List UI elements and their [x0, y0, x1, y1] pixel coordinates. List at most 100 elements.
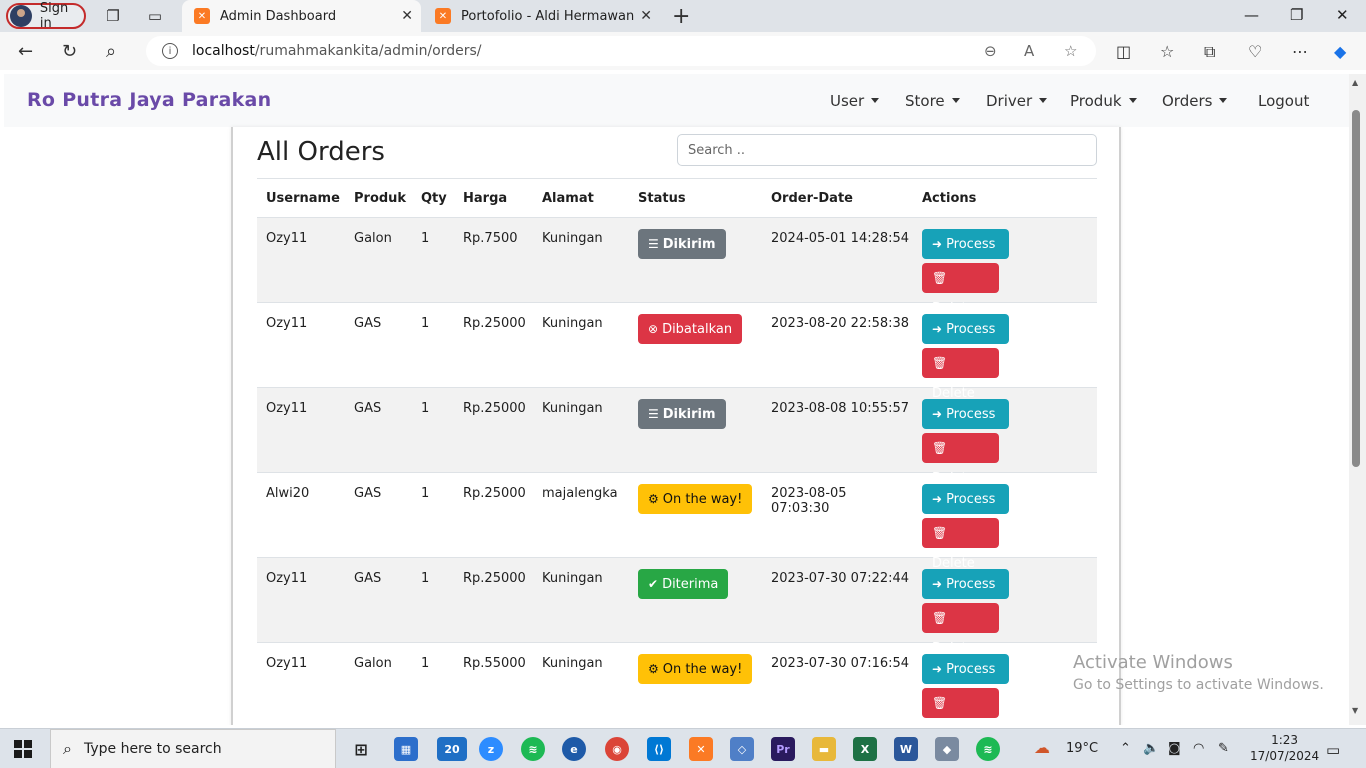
- virtualbox-app-icon[interactable]: ◇: [730, 737, 754, 761]
- nav-logout-link[interactable]: Logout: [1258, 92, 1309, 110]
- arrow-circle-right-icon: ➜: [932, 407, 943, 421]
- restore-icon[interactable]: ❐: [1290, 6, 1303, 24]
- clock-time: 1:23: [1271, 733, 1299, 747]
- col-qty: Qty: [412, 178, 454, 218]
- nav-driver-dropdown[interactable]: Driver: [986, 92, 1048, 110]
- volume-icon[interactable]: 🔈: [1143, 741, 1159, 756]
- process-button[interactable]: ➜ Process: [922, 399, 1009, 429]
- favorites-icon[interactable]: ☆: [1160, 42, 1174, 61]
- status-badge: ⚙ On the way!: [638, 484, 753, 514]
- page-viewport: Ro Putra Jaya Parakan User Store Driver …: [0, 70, 1366, 725]
- delete-button[interactable]: 🗑Delete: [922, 603, 999, 656]
- workspaces-icon[interactable]: ❐: [103, 6, 123, 26]
- delete-button[interactable]: 🗑Delete: [922, 688, 999, 718]
- performance-icon[interactable]: ♡: [1248, 42, 1262, 61]
- new-tab-icon[interactable]: +: [672, 4, 690, 29]
- delete-button[interactable]: 🗑Delete: [922, 433, 999, 486]
- refresh-icon[interactable]: ↻: [62, 41, 77, 62]
- cell-order-date: 2023-08-20 22:58:38: [762, 302, 913, 388]
- zoom-out-icon[interactable]: ⊖: [984, 42, 997, 60]
- taskbar-search-box[interactable]: ⌕ Type here to search: [50, 729, 336, 768]
- nav-orders-dropdown[interactable]: Orders: [1162, 92, 1228, 110]
- wifi-icon[interactable]: ◠: [1193, 741, 1204, 756]
- orders-table: Username Produk Qty Harga Alamat Status …: [257, 178, 1097, 725]
- url-field[interactable]: i localhost/rumahmakankita/admin/orders/…: [146, 36, 1096, 66]
- search-icon[interactable]: ⌕: [106, 41, 116, 62]
- cell-alamat: Kuningan: [533, 557, 629, 643]
- app-icon[interactable]: ◆: [935, 737, 959, 761]
- zoom-app-icon[interactable]: z: [479, 737, 503, 761]
- cell-order-date: 2023-08-08 10:55:57: [762, 387, 913, 473]
- status-text: On the way!: [662, 662, 743, 677]
- spotify-app-icon[interactable]: ≋: [976, 737, 1000, 761]
- premiere-app-icon[interactable]: Pr: [771, 737, 795, 761]
- cell-qty: 1: [412, 472, 454, 558]
- cell-alamat: Kuningan: [533, 217, 629, 303]
- delete-button[interactable]: 🗑Delete: [922, 348, 999, 401]
- gear-icon: ⚙: [648, 662, 659, 676]
- task-view-icon[interactable]: ⊞: [349, 737, 373, 761]
- edge-app-icon[interactable]: e: [562, 737, 586, 761]
- site-info-icon[interactable]: i: [162, 43, 178, 59]
- tray-chevron-up-icon[interactable]: ⌃: [1120, 741, 1131, 756]
- brand-logo-text[interactable]: Ro Putra Jaya Parakan: [27, 89, 271, 111]
- xampp-app-icon[interactable]: ✕: [689, 737, 713, 761]
- status-badge: ☰ Dikirim: [638, 229, 726, 259]
- favorite-star-icon[interactable]: ☆: [1064, 42, 1077, 60]
- process-label: Process: [946, 577, 996, 592]
- back-icon[interactable]: ←: [18, 41, 33, 62]
- mail-app-icon[interactable]: 20: [437, 737, 467, 761]
- delete-button[interactable]: 🗑Delete: [922, 518, 999, 571]
- more-menu-icon[interactable]: ⋯: [1292, 42, 1308, 61]
- col-harga: Harga: [454, 178, 533, 218]
- tab-admin-dashboard[interactable]: ✕ Admin Dashboard ✕: [182, 0, 421, 32]
- store-app-icon[interactable]: ▦: [394, 737, 418, 761]
- table-row: Ozy11 GAS 1 Rp.25000 Kuningan ✔ Diterima …: [257, 557, 1097, 656]
- page-scrollbar-thumb[interactable]: [1352, 110, 1360, 467]
- read-aloud-icon[interactable]: A: [1024, 42, 1034, 60]
- vscode-app-icon[interactable]: ⟨⟩: [647, 737, 671, 761]
- notifications-icon[interactable]: ▭: [1326, 741, 1340, 759]
- close-window-icon[interactable]: ✕: [1336, 6, 1349, 24]
- list-icon: ☰: [648, 407, 659, 421]
- process-button[interactable]: ➜ Process: [922, 484, 1009, 514]
- orders-card: All Orders Username Produk Qty Harga Ala…: [231, 127, 1121, 725]
- tab-portofolio[interactable]: ✕ Portofolio - Aldi Hermawan ✕: [423, 0, 660, 32]
- nav-produk-dropdown[interactable]: Produk: [1070, 92, 1137, 110]
- nav-store-label: Store: [905, 92, 945, 110]
- search-input[interactable]: [677, 134, 1097, 166]
- tab-actions-icon[interactable]: ▭: [145, 6, 165, 26]
- close-tab-icon[interactable]: ✕: [640, 8, 652, 24]
- chrome-app-icon[interactable]: ◉: [605, 737, 629, 761]
- word-app-icon[interactable]: W: [894, 737, 918, 761]
- scroll-down-icon[interactable]: ▼: [1352, 706, 1358, 715]
- xampp-favicon-icon: ✕: [194, 8, 210, 24]
- copilot-icon[interactable]: ◆: [1334, 42, 1346, 61]
- excel-app-icon[interactable]: X: [853, 737, 877, 761]
- caret-down-icon: [871, 98, 880, 103]
- system-clock[interactable]: 1:23 17/07/2024: [1250, 732, 1319, 764]
- collections-icon[interactable]: ⧉: [1204, 42, 1215, 62]
- close-tab-icon[interactable]: ✕: [401, 8, 413, 24]
- process-button[interactable]: ➜ Process: [922, 314, 1009, 344]
- process-button[interactable]: ➜ Process: [922, 229, 1009, 259]
- windows-start-icon[interactable]: [14, 740, 32, 758]
- camera-icon[interactable]: ◙: [1168, 741, 1181, 756]
- weather-icon[interactable]: ☁: [1034, 738, 1050, 757]
- cell-status: ⚙ On the way!: [629, 642, 762, 725]
- split-screen-icon[interactable]: ◫: [1116, 42, 1131, 61]
- process-button[interactable]: ➜ Process: [922, 654, 1009, 684]
- spotify-app-icon[interactable]: ≋: [521, 737, 545, 761]
- minimize-icon[interactable]: —: [1244, 6, 1259, 24]
- pen-icon[interactable]: ✎: [1218, 741, 1229, 756]
- scroll-up-icon[interactable]: ▲: [1352, 78, 1358, 87]
- nav-store-dropdown[interactable]: Store: [905, 92, 960, 110]
- delete-button[interactable]: 🗑Delete: [922, 263, 999, 316]
- nav-user-dropdown[interactable]: User: [830, 92, 880, 110]
- table-row: Ozy11 Galon 1 Rp.7500 Kuningan ☰ Dikirim …: [257, 217, 1097, 316]
- profile-sign-in-button[interactable]: Sign in: [6, 1, 86, 31]
- weather-temp[interactable]: 19°C: [1066, 741, 1098, 756]
- status-badge: ✔ Diterima: [638, 569, 729, 599]
- file-explorer-icon[interactable]: ▬: [812, 737, 836, 761]
- process-button[interactable]: ➜ Process: [922, 569, 1009, 599]
